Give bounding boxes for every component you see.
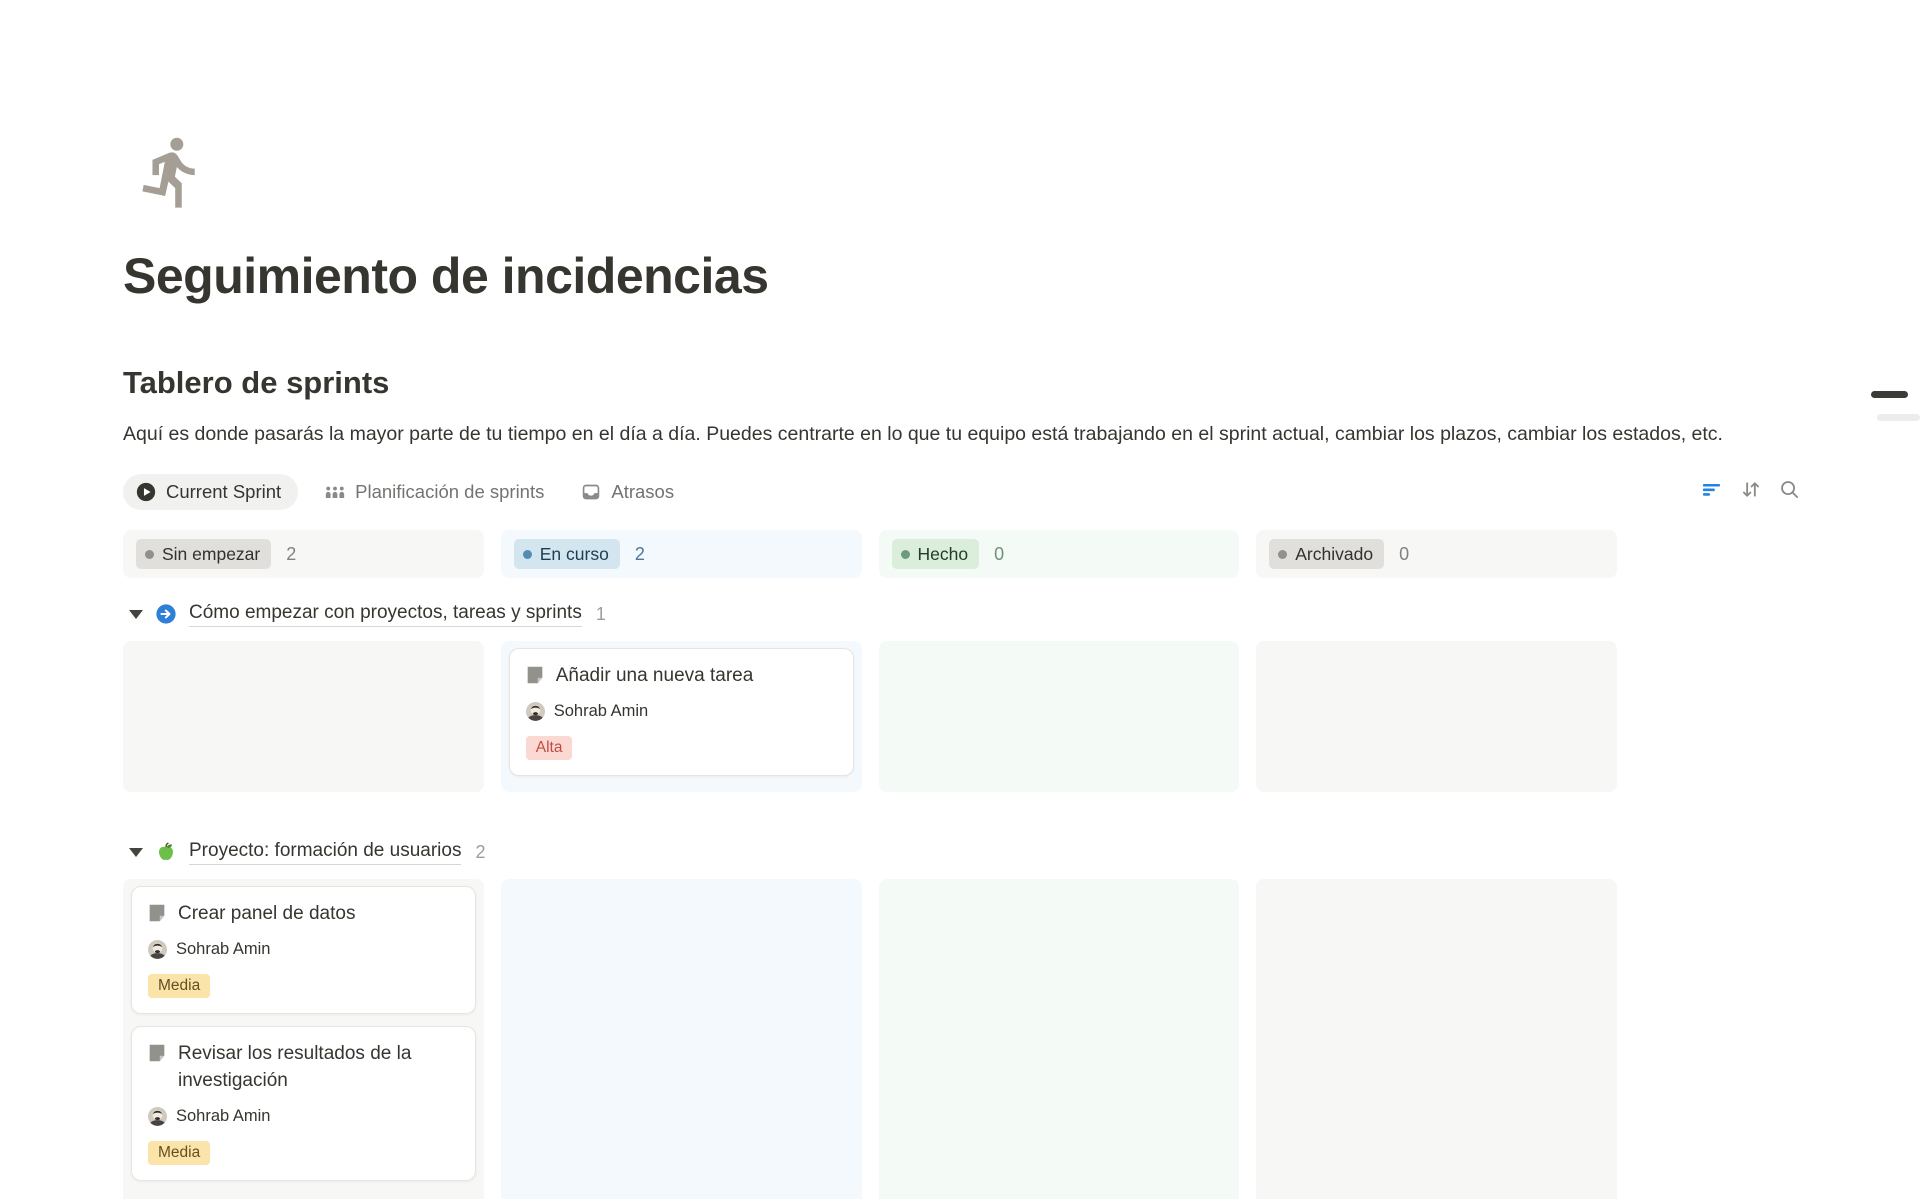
- status-pill[interactable]: Hecho: [892, 539, 980, 569]
- view-tabs: Current Sprint Planificación de sprints: [123, 472, 1813, 512]
- collapse-toggle-icon[interactable]: [129, 848, 143, 857]
- group-title-link[interactable]: Proyecto: formación de usuarios: [189, 840, 461, 865]
- status-pill[interactable]: Sin empezar: [136, 539, 271, 569]
- view-toolbar: [1700, 478, 1801, 501]
- page-title: Seguimiento de incidencias: [123, 247, 1813, 305]
- status-dot-icon: [1278, 550, 1287, 559]
- lane-sin-empezar: [123, 641, 484, 792]
- status-pill[interactable]: Archivado: [1269, 539, 1384, 569]
- status-dot-icon: [901, 550, 910, 559]
- lane-sin-empezar: Crear panel de datos Sohrab Amin Media: [123, 879, 484, 1199]
- column-name: En curso: [540, 544, 609, 565]
- page-icon: [146, 902, 168, 924]
- collapse-toggle-icon[interactable]: [129, 610, 143, 619]
- group-row-proyecto-formacion: Proyecto: formación de usuarios 2: [123, 838, 1813, 866]
- tab-label: Current Sprint: [166, 481, 281, 503]
- board-description: Aquí es donde pasarás la mayor parte de …: [123, 419, 1813, 450]
- group-row-como-empezar: Cómo empezar con proyectos, tareas y spr…: [123, 600, 1813, 628]
- assignee-name: Sohrab Amin: [176, 940, 270, 959]
- card-revisar-resultados-investigacion[interactable]: Revisar los resultados de la investigaci…: [131, 1026, 476, 1181]
- tab-label: Planificación de sprints: [355, 481, 544, 503]
- column-count: 2: [635, 544, 645, 565]
- group-count: 1: [596, 604, 606, 625]
- avatar: [148, 940, 167, 959]
- lane-archivado: [1256, 879, 1617, 1199]
- group-title-link[interactable]: Cómo empezar con proyectos, tareas y spr…: [189, 602, 582, 627]
- tab-atrasos[interactable]: Atrasos: [580, 481, 674, 503]
- group-lanes: Crear panel de datos Sohrab Amin Media: [123, 879, 1617, 1199]
- window-edge-handle[interactable]: [1871, 391, 1908, 398]
- card-title: Revisar los resultados de la investigaci…: [178, 1040, 461, 1094]
- priority-tag: Media: [148, 1141, 210, 1165]
- column-count: 2: [286, 544, 296, 565]
- status-pill[interactable]: En curso: [514, 539, 620, 569]
- board-column-headers: Sin empezar 2 En curso 2 Hecho 0 Archiva…: [123, 530, 1617, 578]
- play-icon: [135, 481, 157, 503]
- page-emoji-runner-icon[interactable]: [133, 133, 211, 211]
- search-icon[interactable]: [1778, 478, 1801, 501]
- status-dot-icon: [523, 550, 532, 559]
- window-edge-handle-secondary: [1877, 414, 1920, 421]
- column-name: Hecho: [918, 544, 969, 565]
- group-lanes: Añadir una nueva tarea Sohrab Amin Alta: [123, 641, 1617, 792]
- green-apple-icon: [155, 841, 177, 863]
- page-icon: [146, 1042, 168, 1064]
- arrow-circle-icon: [155, 603, 177, 625]
- priority-tag: Media: [148, 974, 210, 998]
- group-count: 2: [475, 842, 485, 863]
- column-name: Sin empezar: [162, 544, 260, 565]
- lane-en-curso: Añadir una nueva tarea Sohrab Amin Alta: [501, 641, 862, 792]
- lane-archivado: [1256, 641, 1617, 792]
- avatar: [526, 702, 545, 721]
- people-icon: [324, 481, 346, 503]
- priority-tag: Alta: [526, 736, 573, 760]
- card-title: Crear panel de datos: [178, 900, 355, 927]
- inbox-icon: [580, 481, 602, 503]
- tab-current-sprint[interactable]: Current Sprint: [123, 474, 298, 510]
- lane-en-curso: [501, 879, 862, 1199]
- tab-planificacion-de-sprints[interactable]: Planificación de sprints: [324, 481, 544, 503]
- column-header-archivado: Archivado 0: [1256, 530, 1617, 578]
- lane-hecho: [879, 879, 1240, 1199]
- tab-label: Atrasos: [611, 481, 674, 503]
- assignee-name: Sohrab Amin: [176, 1107, 270, 1126]
- column-count: 0: [1399, 544, 1409, 565]
- card-anadir-una-nueva-tarea[interactable]: Añadir una nueva tarea Sohrab Amin Alta: [509, 648, 854, 776]
- notion-page: Seguimiento de incidencias Tablero de sp…: [0, 133, 1920, 1199]
- page-icon: [524, 664, 546, 686]
- card-crear-panel-de-datos[interactable]: Crear panel de datos Sohrab Amin Media: [131, 886, 476, 1014]
- column-header-en-curso: En curso 2: [501, 530, 862, 578]
- column-header-hecho: Hecho 0: [879, 530, 1240, 578]
- board-heading: Tablero de sprints: [123, 365, 1813, 401]
- filter-icon[interactable]: [1700, 478, 1723, 501]
- status-dot-icon: [145, 550, 154, 559]
- column-header-sin-empezar: Sin empezar 2: [123, 530, 484, 578]
- avatar: [148, 1107, 167, 1126]
- column-name: Archivado: [1295, 544, 1373, 565]
- sort-icon[interactable]: [1739, 478, 1762, 501]
- assignee-name: Sohrab Amin: [554, 702, 648, 721]
- lane-hecho: [879, 641, 1240, 792]
- card-title: Añadir una nueva tarea: [556, 662, 754, 689]
- column-count: 0: [994, 544, 1004, 565]
